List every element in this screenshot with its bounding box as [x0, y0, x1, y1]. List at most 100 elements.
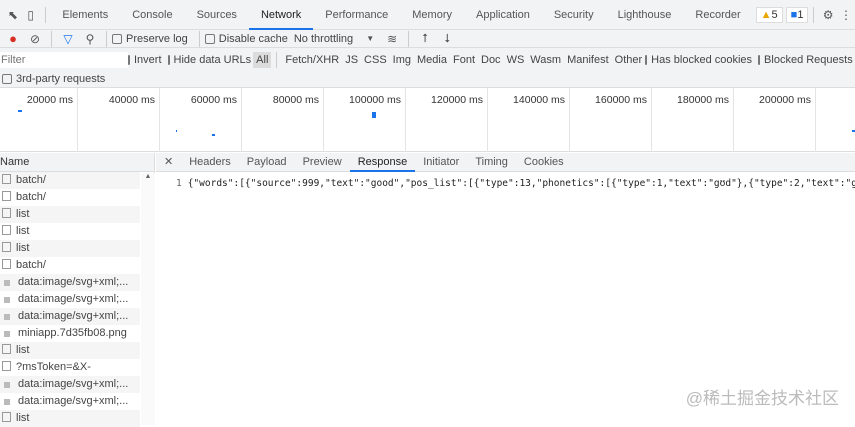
blocked-requests-checkbox[interactable]	[758, 55, 761, 65]
divider	[813, 6, 815, 23]
filter-type-js[interactable]: JS	[342, 52, 361, 68]
request-row[interactable]: data:image/svg+xml;...	[0, 274, 140, 291]
filter-type-other[interactable]: Other	[612, 52, 646, 68]
tab-payload[interactable]: Payload	[239, 153, 295, 172]
tab-sources[interactable]: Sources	[185, 0, 249, 30]
has-blocked-cookies-checkbox[interactable]	[645, 55, 648, 65]
preserve-log-label: Preserve log	[126, 32, 188, 45]
clear-icon[interactable]: ⊘	[27, 31, 43, 47]
third-party-label: 3rd-party requests	[16, 72, 106, 85]
divider	[276, 52, 278, 68]
tab-performance[interactable]: Performance	[313, 0, 400, 30]
invert-checkbox[interactable]	[128, 55, 130, 65]
watermark: @稀土掘金技术社区	[685, 389, 839, 408]
request-row[interactable]: data:image/svg+xml;...	[0, 376, 140, 393]
preserve-log-checkbox[interactable]	[112, 33, 122, 44]
file-icon	[2, 361, 11, 371]
tab-headers[interactable]: Headers	[181, 153, 239, 172]
record-icon[interactable]: ●	[5, 31, 21, 47]
filter-type-all[interactable]: All	[253, 52, 272, 68]
throttling-select[interactable]: No throttling	[294, 33, 353, 45]
request-row[interactable]: batch/	[0, 189, 140, 206]
hide-data-urls-checkbox[interactable]	[167, 55, 170, 65]
request-name: batch/	[16, 191, 46, 203]
warnings-count: 5	[771, 8, 778, 21]
file-icon	[2, 242, 11, 252]
tab-response[interactable]: Response	[349, 153, 416, 172]
request-row[interactable]: list	[0, 240, 140, 257]
tab-elements[interactable]: Elements	[50, 0, 120, 30]
file-icon	[2, 344, 11, 354]
request-row[interactable]: batch/	[0, 172, 140, 189]
line-number: 1	[176, 178, 182, 189]
request-row[interactable]: list	[0, 223, 140, 240]
divider	[44, 6, 46, 23]
request-name: data:image/svg+xml;...	[18, 293, 129, 305]
has-blocked-cookies-label: Has blocked cookies	[651, 54, 753, 66]
tab-security[interactable]: Security	[542, 0, 606, 30]
tab-application[interactable]: Application	[464, 0, 542, 30]
network-conditions-icon[interactable]: ≋	[384, 31, 400, 47]
request-row[interactable]: miniapp.7d35fb08.png	[0, 325, 140, 342]
warnings-badge[interactable]: ▲5	[755, 6, 783, 23]
panel-tabs: Elements Console Sources Network Performance…	[50, 0, 752, 30]
tab-memory[interactable]: Memory	[400, 0, 464, 30]
filter-type-img[interactable]: Img	[390, 52, 414, 68]
request-row[interactable]: batch/	[0, 257, 140, 274]
request-row[interactable]: ?msToken=&X-Bogus=DFSzs...	[0, 359, 140, 376]
request-row[interactable]: list	[0, 206, 140, 223]
filter-type-css[interactable]: CSS	[361, 52, 390, 68]
filter-type-media[interactable]: Media	[414, 52, 450, 68]
file-icon	[2, 174, 11, 184]
more-vertical-icon[interactable]: ⋮	[840, 7, 852, 23]
timeline-tick-label: 120000 ms	[431, 94, 483, 106]
filter-type-font[interactable]: Font	[450, 52, 478, 68]
tab-timing[interactable]: Timing	[467, 153, 516, 172]
filter-icon[interactable]: ▽	[60, 31, 76, 47]
timeline-tick-label: 140000 ms	[513, 94, 565, 106]
close-icon[interactable]: ✕	[156, 153, 181, 172]
tab-network[interactable]: Network	[248, 0, 314, 30]
device-toolbar-icon[interactable]: ▯	[25, 7, 37, 23]
request-row[interactable]: list	[0, 410, 140, 427]
filter-type-doc[interactable]: Doc	[478, 52, 504, 68]
tab-console[interactable]: Console	[120, 0, 184, 30]
request-mark	[372, 112, 376, 118]
download-icon[interactable]: ⭣	[439, 31, 455, 47]
divider	[408, 30, 410, 47]
filter-type-wasm[interactable]: Wasm	[527, 52, 564, 68]
request-row[interactable]: data:image/svg+xml;...	[0, 291, 140, 308]
request-list: Name batch/batch/list list list batch/data:…	[0, 153, 155, 427]
tab-cookies[interactable]: Cookies	[516, 153, 572, 172]
filter-type-fetch-xhr[interactable]: Fetch/XHR	[282, 52, 342, 68]
gear-icon[interactable]: ⚙	[822, 7, 834, 23]
scrollbar[interactable]: ▲	[141, 173, 155, 425]
file-icon	[2, 208, 11, 218]
request-row[interactable]: list	[0, 342, 140, 359]
messages-badge[interactable]: ■1	[785, 6, 809, 23]
timeline-overview[interactable]: 20000 ms 40000 ms 60000 ms 80000 ms 100000 m…	[0, 88, 855, 152]
detail-tabs: ✕ Headers Payload Preview Response Initiator…	[156, 153, 855, 172]
filter-type-manifest[interactable]: Manifest	[564, 52, 612, 68]
timeline-tick-label: 180000 ms	[677, 94, 729, 106]
timeline-tick-label: 200000 ms	[759, 94, 811, 106]
name-column-header[interactable]: Name	[0, 153, 154, 172]
disable-cache-label: Disable cache	[218, 32, 288, 45]
upload-icon[interactable]: ⭡	[417, 31, 433, 47]
tab-initiator[interactable]: Initiator	[415, 153, 467, 172]
search-icon[interactable]: ⚲	[82, 31, 98, 47]
divider	[51, 30, 52, 47]
filter-input[interactable]	[0, 52, 128, 68]
tab-lighthouse[interactable]: Lighthouse	[606, 0, 684, 30]
chevron-down-icon: ▼	[366, 34, 375, 43]
disable-cache-checkbox[interactable]	[204, 33, 215, 44]
request-row[interactable]: data:image/svg+xml;...	[0, 308, 140, 325]
response-text: {"words":[{"source":999,"text":"good","p…	[187, 178, 855, 189]
timeline-tick-label: 20000 ms	[26, 94, 73, 106]
inspect-element-icon[interactable]: ⬉	[7, 7, 19, 23]
tab-preview[interactable]: Preview	[295, 153, 350, 172]
third-party-checkbox[interactable]	[2, 73, 12, 84]
request-row[interactable]: data:image/svg+xml;...	[0, 393, 140, 410]
tab-recorder[interactable]: Recorder	[683, 0, 752, 30]
filter-type-ws[interactable]: WS	[504, 52, 528, 68]
